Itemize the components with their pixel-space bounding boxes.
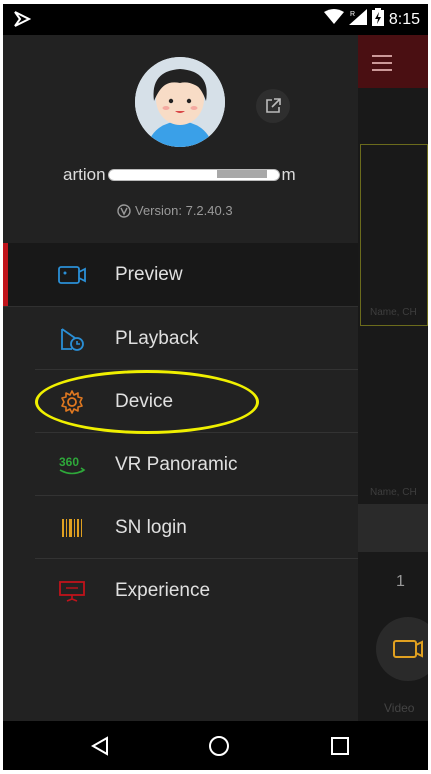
recents-button[interactable]: [327, 733, 353, 759]
avatar[interactable]: [135, 57, 225, 147]
menu-item-experience[interactable]: Experience: [3, 559, 358, 622]
playback-icon: [57, 324, 87, 354]
home-icon: [209, 736, 229, 756]
version-info: Version: 7.2.40.3: [117, 203, 233, 218]
presentation-icon: [57, 576, 87, 606]
version-logo-icon: [117, 203, 131, 218]
menu-label: SN login: [115, 516, 187, 538]
system-nav-bar: [3, 721, 428, 770]
back-button[interactable]: [87, 733, 113, 759]
app-notification-icon: [13, 10, 32, 33]
bg-app-header: [358, 35, 428, 88]
cell-signal-icon: R: [348, 9, 367, 30]
menu-label: Preview: [115, 263, 183, 285]
status-time: 8:15: [388, 10, 420, 28]
account-prefix: artion: [63, 165, 106, 184]
recents-icon: [331, 737, 349, 755]
share-button[interactable]: [256, 89, 290, 123]
bg-channel-label: Name, CH: [370, 487, 417, 498]
svg-text:R: R: [350, 11, 355, 18]
svg-text:360: 360: [59, 455, 79, 469]
bg-video-button[interactable]: [376, 617, 428, 681]
back-icon: [90, 736, 108, 756]
camera-icon: [57, 260, 87, 290]
menu-label: PLayback: [115, 327, 199, 349]
menu-label: Experience: [115, 579, 211, 601]
highlight-ellipse: [35, 370, 259, 434]
barcode-icon: [57, 513, 87, 543]
menu-item-vr-panoramic[interactable]: 360 VR Panoramic: [3, 433, 358, 496]
wifi-icon: [323, 9, 344, 30]
menu-item-playback[interactable]: PLayback: [3, 307, 358, 370]
bg-video-label: Video: [384, 701, 415, 715]
menu-item-sn-login[interactable]: SN login: [3, 496, 358, 559]
home-button[interactable]: [206, 733, 232, 759]
active-indicator: [3, 243, 8, 306]
bg-channel-number: 1: [396, 573, 405, 590]
menu-label: VR Panoramic: [115, 453, 238, 475]
account-suffix: m: [281, 165, 296, 184]
camera-icon: [393, 640, 423, 658]
phone-screen: R 8:15 Name, CH Name, CH 1 Video artion …: [3, 4, 428, 770]
vr-360-icon: 360: [57, 450, 87, 480]
hamburger-menu-icon[interactable]: [372, 55, 392, 76]
menu-item-preview[interactable]: Preview: [3, 243, 358, 307]
background-app: Name, CH Name, CH 1 Video: [358, 35, 428, 721]
redaction-bar: [107, 169, 280, 181]
share-icon: [266, 98, 281, 113]
version-text: Version: 7.2.40.3: [135, 203, 233, 218]
status-bar: R 8:15: [3, 4, 428, 35]
account-email: artion m: [63, 165, 296, 185]
battery-icon: [371, 8, 384, 31]
bg-row: [358, 504, 428, 552]
bg-channel-label: Name, CH: [370, 307, 417, 318]
bg-preview-window[interactable]: [360, 144, 428, 326]
